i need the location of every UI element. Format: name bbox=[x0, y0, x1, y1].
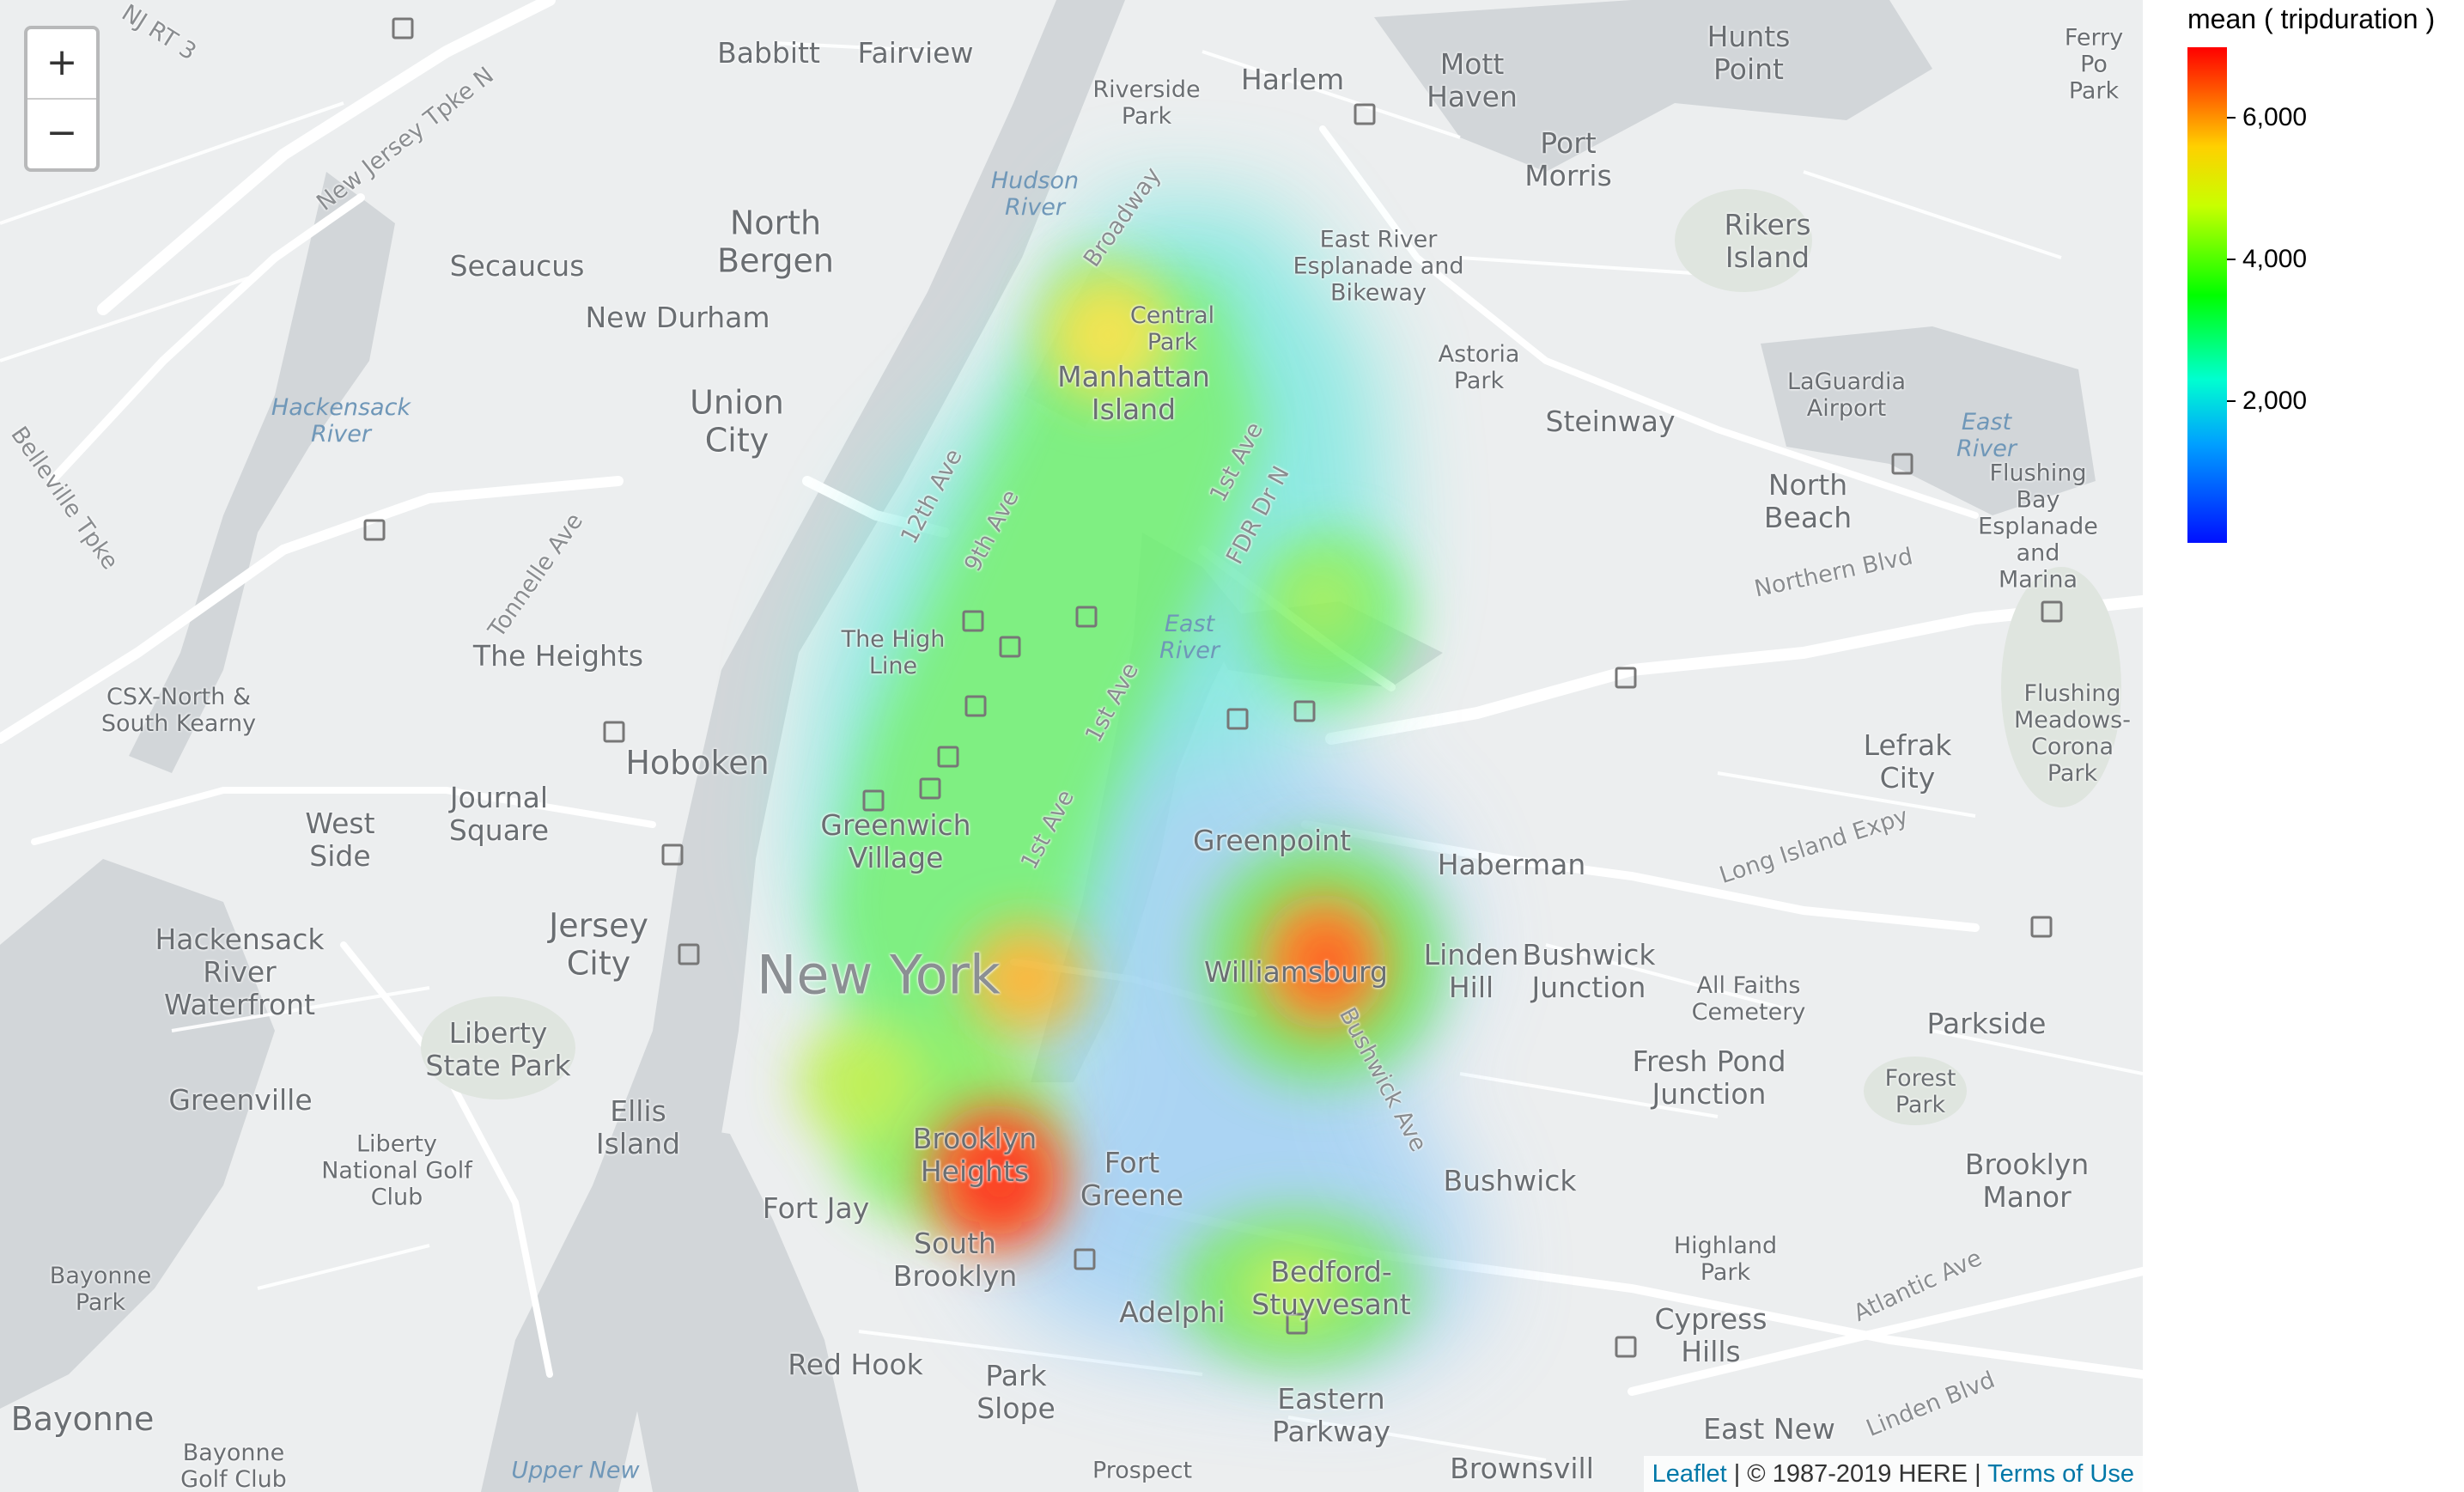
copyright-text: © 1987-2019 HERE bbox=[1747, 1460, 1968, 1488]
attribution-separator: | bbox=[1726, 1460, 1748, 1488]
base-map bbox=[0, 0, 2143, 1492]
legend-tick-mark bbox=[2227, 117, 2236, 119]
color-scale-bar bbox=[2187, 47, 2227, 543]
leaflet-link[interactable]: Leaflet bbox=[1652, 1460, 1727, 1488]
attribution-separator: | bbox=[1968, 1460, 1988, 1488]
attribution-bar: Leaflet | © 1987-2019 HERE | Terms of Us… bbox=[1643, 1456, 2143, 1492]
legend-tick-label: 6,000 bbox=[2242, 103, 2308, 132]
color-legend: mean ( tripduration ) 6,000 4,000 2,000 bbox=[2143, 0, 2464, 1492]
legend-tick-mark bbox=[2227, 259, 2236, 261]
terms-of-use-link[interactable]: Terms of Use bbox=[1987, 1460, 2134, 1488]
legend-tick-label: 4,000 bbox=[2242, 245, 2308, 274]
map-view[interactable]: Babbitt Fairview Riverside Park Harlem Mott … bbox=[0, 0, 2143, 1492]
zoom-control: + − bbox=[24, 26, 100, 172]
legend-title: mean ( tripduration ) bbox=[2187, 3, 2436, 34]
zoom-out-button[interactable]: − bbox=[27, 100, 96, 168]
legend-tick-label: 2,000 bbox=[2242, 387, 2308, 416]
legend-tick-mark bbox=[2227, 400, 2236, 403]
zoom-in-button[interactable]: + bbox=[27, 29, 96, 100]
